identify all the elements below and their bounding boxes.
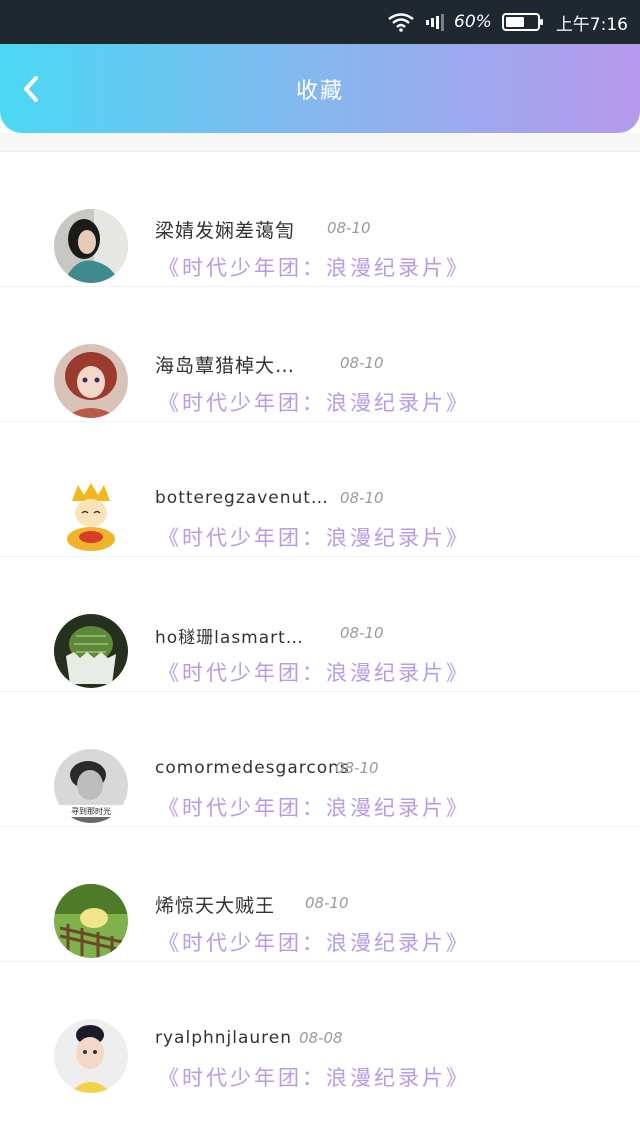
signal-icon: [424, 0, 445, 44]
item-date: 08-10: [327, 219, 371, 237]
back-button[interactable]: [14, 72, 48, 106]
favorite-title[interactable]: 《时代少年团：浪漫纪录片》: [158, 387, 470, 417]
avatar[interactable]: [54, 344, 128, 418]
user-name: 烯惊天大贼王: [155, 895, 276, 917]
list-item[interactable]: botteregzavenut… 08-10 《时代少年团：浪漫纪录片》: [0, 421, 640, 556]
header-bar: 收藏: [0, 44, 640, 133]
item-date: 08-10: [340, 354, 384, 372]
list-item[interactable]: 烯惊天大贼王 08-10 《时代少年团：浪漫纪录片》: [0, 826, 640, 961]
favorite-title[interactable]: 《时代少年团：浪漫纪录片》: [158, 1062, 470, 1092]
avatar[interactable]: [54, 614, 128, 688]
favorite-title[interactable]: 《时代少年团：浪漫纪录片》: [158, 792, 470, 822]
avatar[interactable]: [54, 479, 128, 553]
item-date: 08-08: [299, 1029, 343, 1047]
item-date: 08-10: [305, 894, 349, 912]
list-item[interactable]: ryalphnjlauren 08-08 《时代少年团：浪漫纪录片》: [0, 961, 640, 1096]
favorite-title[interactable]: 《时代少年团：浪漫纪录片》: [158, 522, 470, 552]
item-date: 08-10: [340, 624, 384, 642]
divider-strip: [0, 133, 640, 151]
user-name: 海岛蕈猎棹大…: [155, 355, 296, 377]
item-date: 08-10: [335, 759, 379, 777]
user-name: comormedesgarcons: [155, 758, 350, 778]
user-name: 梁婧发娴差蔼訇: [155, 220, 296, 242]
favorites-list: 梁婧发娴差蔼訇 08-10 《时代少年团：浪漫纪录片》 海岛蕈猎棹大… 08-1…: [0, 151, 640, 1096]
avatar-caption: 寻到那时光: [71, 806, 111, 816]
user-name: ho穟珊lasmart…: [155, 628, 304, 648]
list-item[interactable]: ho穟珊lasmart… 08-10 《时代少年团：浪漫纪录片》: [0, 556, 640, 691]
status-time: 上午7:16: [555, 14, 628, 35]
page-title: 收藏: [295, 78, 344, 104]
battery-icon: [501, 0, 543, 44]
user-name: ryalphnjlauren: [155, 1028, 293, 1048]
status-bar: 60% 上午7:16: [0, 0, 640, 44]
list-item[interactable]: 寻到那时光 comormedesgarcons 08-10 《时代少年团：浪漫纪…: [0, 691, 640, 826]
list-item[interactable]: 梁婧发娴差蔼訇 08-10 《时代少年团：浪漫纪录片》: [0, 151, 640, 286]
avatar[interactable]: [54, 884, 128, 958]
favorite-title[interactable]: 《时代少年团：浪漫纪录片》: [158, 252, 470, 282]
user-name: botteregzavenut…: [155, 488, 329, 508]
avatar[interactable]: 寻到那时光: [54, 749, 128, 823]
chevron-left-icon: [24, 76, 38, 102]
battery-percent: 60%: [454, 12, 492, 32]
avatar[interactable]: [54, 1019, 128, 1093]
wifi-icon: [388, 0, 414, 44]
item-date: 08-10: [340, 489, 384, 507]
favorite-title[interactable]: 《时代少年团：浪漫纪录片》: [158, 927, 470, 957]
list-item[interactable]: 海岛蕈猎棹大… 08-10 《时代少年团：浪漫纪录片》: [0, 286, 640, 421]
favorite-title[interactable]: 《时代少年团：浪漫纪录片》: [158, 657, 470, 687]
avatar[interactable]: [54, 209, 128, 283]
